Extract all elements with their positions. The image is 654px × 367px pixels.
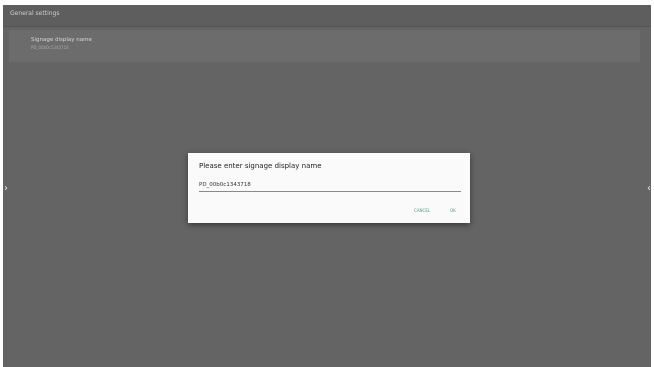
dialog-title: Please enter signage display name [199, 162, 322, 170]
cancel-button[interactable]: CANCEL [414, 208, 430, 213]
signage-name-input[interactable] [199, 179, 461, 192]
setting-item-signage-display-name[interactable]: Signage display name PD_00b0c1343718 [9, 30, 640, 62]
setting-item-value: PD_00b0c1343718 [31, 45, 69, 50]
signage-name-dialog: Please enter signage display name CANCEL… [188, 153, 470, 223]
page-title: General settings [10, 10, 60, 17]
settings-screen: General settings Signage display name PD… [3, 5, 651, 367]
setting-item-title: Signage display name [31, 37, 92, 43]
title-bar: General settings [3, 5, 651, 27]
ok-button[interactable]: OK [450, 208, 456, 213]
chevron-left-icon[interactable]: ‹ [647, 184, 651, 194]
chevron-right-icon[interactable]: › [4, 184, 8, 194]
